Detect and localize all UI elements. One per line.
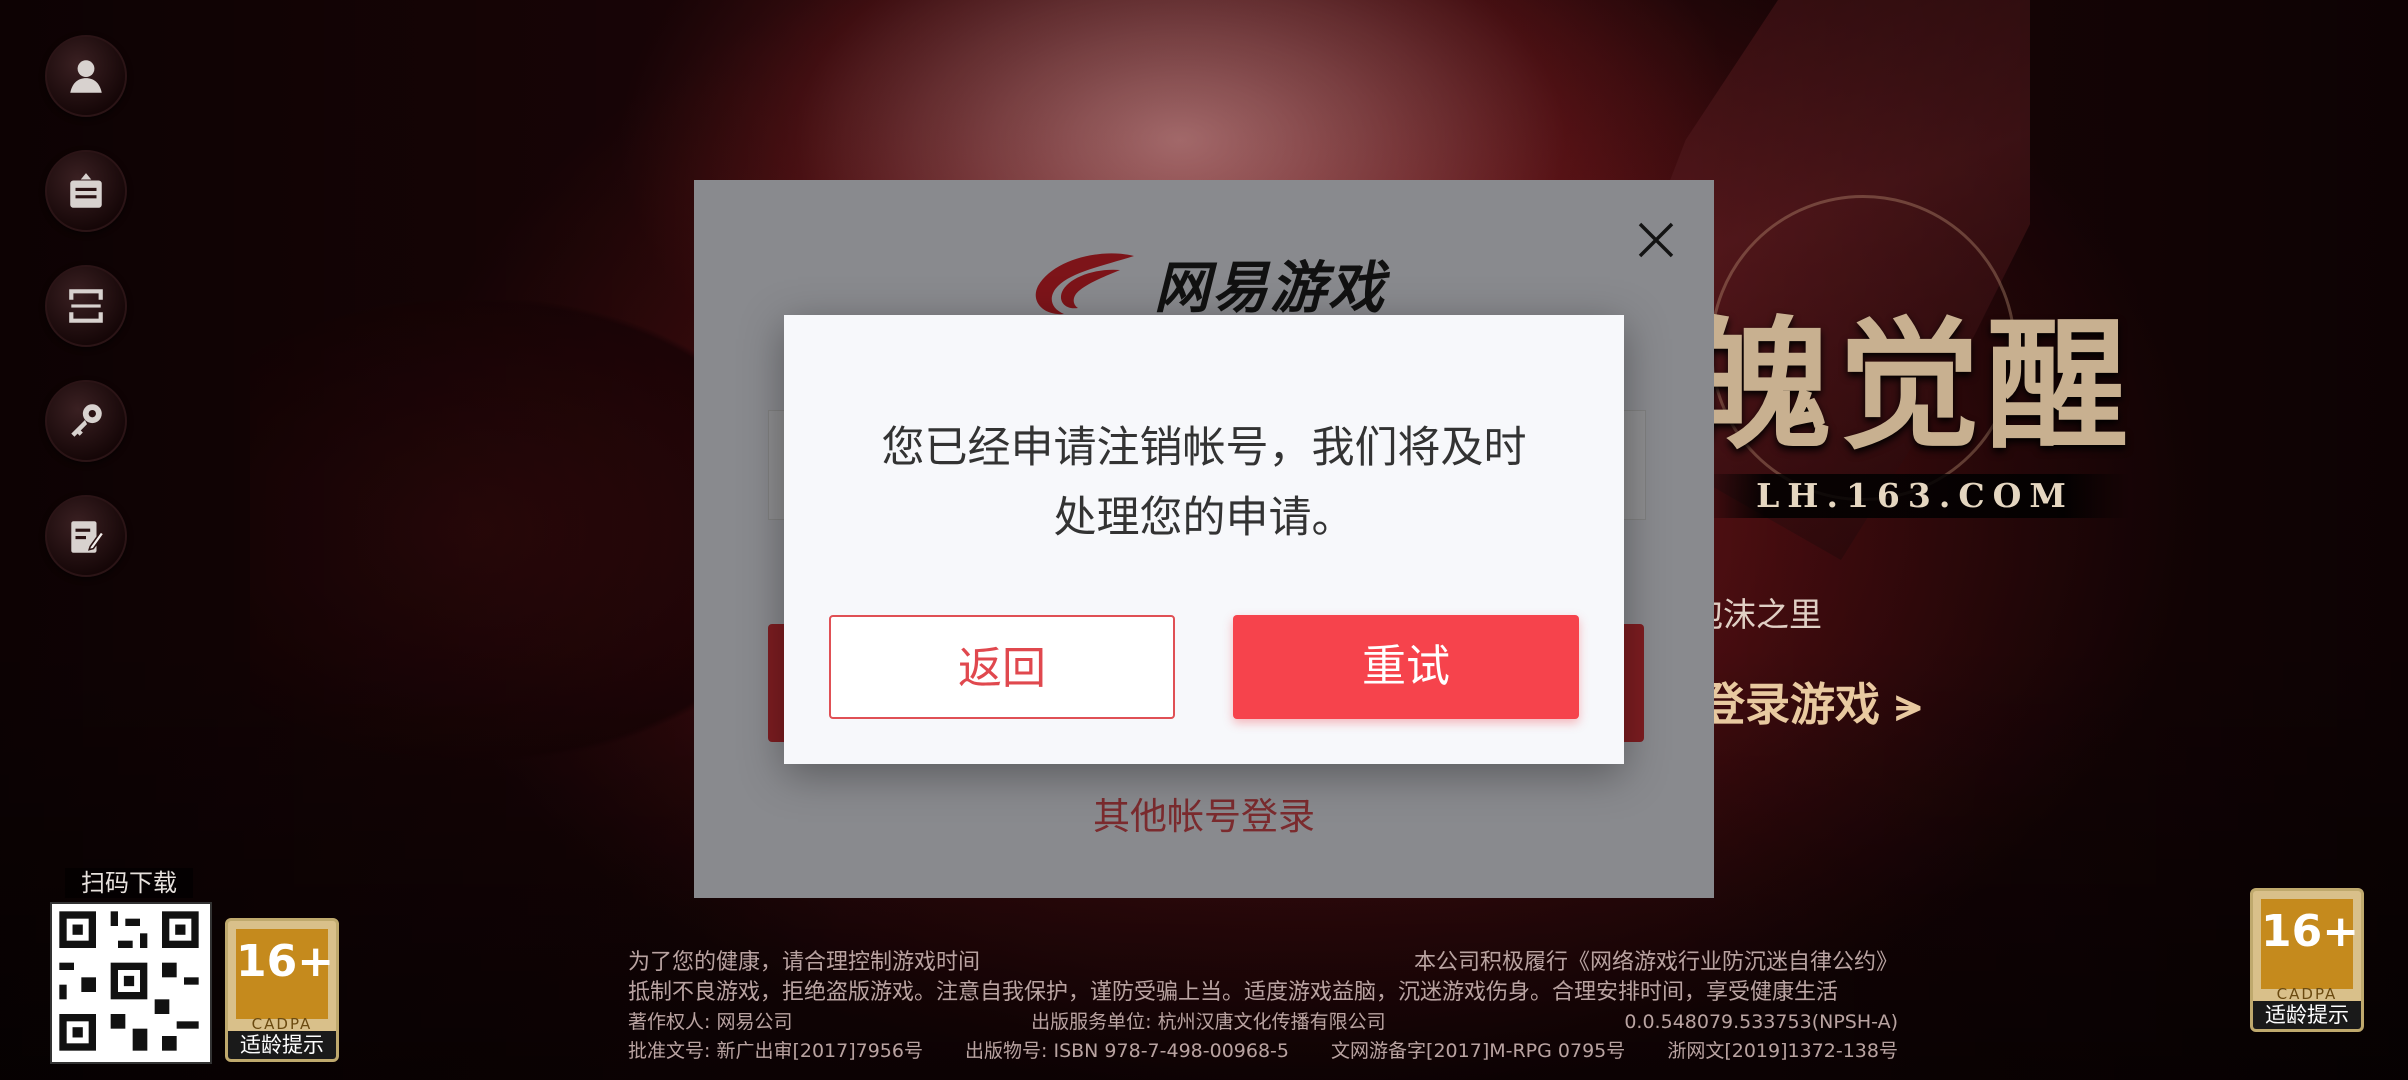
health-notice: 为了您的健康，请合理控制游戏时间 <box>628 950 981 975</box>
account-security-button[interactable] <box>45 380 127 462</box>
culture-record: 文网游备字[2017]M-RPG 0795号 <box>1331 1040 1626 1062</box>
anti-addiction-convention: 本公司积极履行《网络游戏行业防沉迷自律公约》 <box>1413 950 1898 975</box>
dialog-message-line1: 您已经申请注销帐号，我们将及时 <box>881 423 1527 473</box>
footer-legal: 为了您的健康，请合理控制游戏时间 本公司积极履行《网络游戏行业防沉迷自律公约》 … <box>628 948 1898 1066</box>
key-icon <box>71 404 102 437</box>
age-rating-value: 16+ <box>236 929 334 1019</box>
game-title: 魄觉醒 <box>1690 303 2134 469</box>
game-url: LH.163.COM <box>1700 474 2130 518</box>
version: 0.0.548079.533753(NPSH-A) <box>1624 1011 1898 1033</box>
approval-number: 批准文号: 新广出审[2017]7956号 <box>628 1040 923 1062</box>
announcement-icon <box>70 173 102 208</box>
age-rating-tip: 适龄提示 <box>228 1031 336 1059</box>
scan-button[interactable] <box>45 265 127 347</box>
announcement-button[interactable] <box>45 150 127 232</box>
scan-icon <box>69 289 103 323</box>
retry-button[interactable]: 重试 <box>1233 615 1579 719</box>
qr-code-icon <box>52 904 206 1058</box>
age-rating-badge-left: 16+ CADPA 适龄提示 <box>225 918 339 1062</box>
download-qr-code[interactable] <box>50 902 212 1064</box>
isbn: 出版物号: ISBN 978-7-498-00968-5 <box>965 1040 1289 1062</box>
dialog-message-line2: 处理您的申请。 <box>1053 493 1355 543</box>
copyright-owner: 著作权人: 网易公司 <box>628 1011 793 1033</box>
age-rating-tip: 适龄提示 <box>2253 1001 2361 1029</box>
age-rating-value: 16+ <box>2261 899 2359 989</box>
qr-download-label: 扫码下载 <box>65 868 193 898</box>
dialog-message: 您已经申请注销帐号，我们将及时 处理您的申请。 <box>844 413 1564 553</box>
notes-button[interactable] <box>45 495 127 577</box>
zhejiang-record: 浙网文[2019]1372-138号 <box>1667 1040 1898 1062</box>
account-deletion-dialog: 您已经申请注销帐号，我们将及时 处理您的申请。 返回 重试 <box>784 315 1624 764</box>
notes-icon <box>71 521 105 553</box>
login-game-button[interactable]: 登录游戏 ⪫ <box>1700 668 1921 733</box>
health-advice: 抵制不良游戏，拒绝盗版游戏。注意自我保护，谨防受骗上当。适度游戏益脑，沉迷游戏伤… <box>628 980 1839 1005</box>
age-rating-badge-right[interactable]: 16+ CADPA 适龄提示 <box>2250 888 2364 1032</box>
back-button[interactable]: 返回 <box>829 615 1175 719</box>
user-center-button[interactable] <box>45 35 127 117</box>
publisher: 出版服务单位: 杭州汉唐文化传播有限公司 <box>1031 1011 1386 1033</box>
user-icon <box>70 60 102 93</box>
